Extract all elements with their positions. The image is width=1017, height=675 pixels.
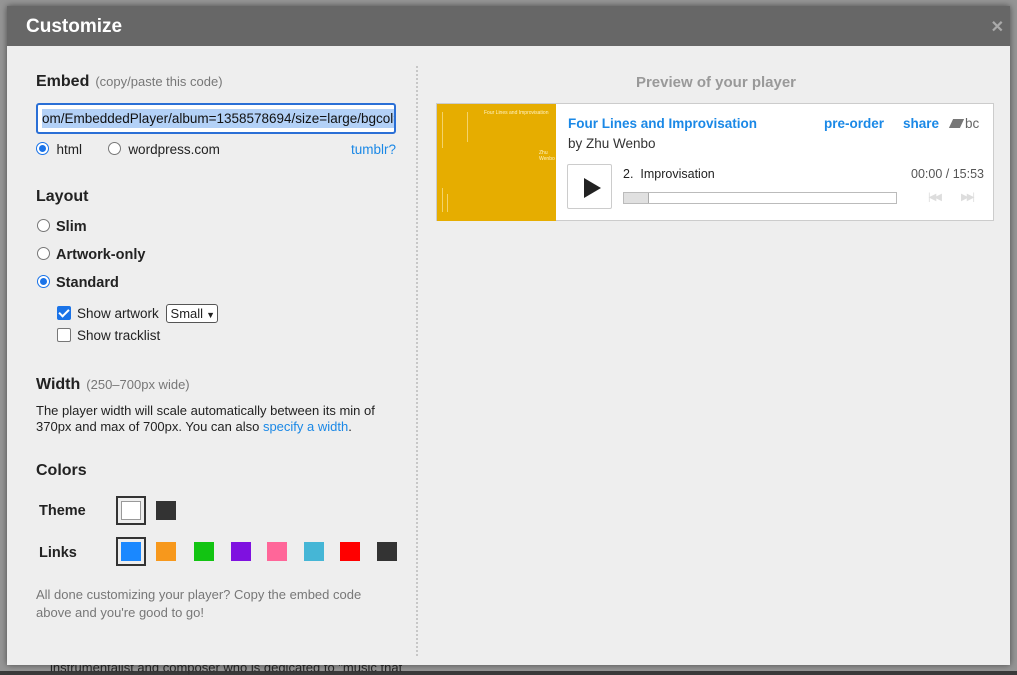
play-button[interactable] [567,164,612,209]
previous-track-icon[interactable]: |◀◀ [928,192,942,203]
format-html[interactable]: html [36,142,82,157]
artwork-line [442,112,443,148]
show-artwork-checkbox[interactable] [57,306,71,320]
link-swatch-pink[interactable] [267,542,287,561]
link-swatch-blue[interactable] [116,537,146,566]
dialog-title: Customize [26,16,123,37]
album-title-link[interactable]: Four Lines and Improvisation [568,116,757,131]
embedded-player: Four Lines and Improvisation Zhu Wenbo F… [436,103,994,221]
show-tracklist-option[interactable]: Show tracklist [57,328,160,343]
next-track-icon[interactable]: ▶▶| [961,192,975,203]
artwork-line [442,188,443,212]
close-icon[interactable]: ✕ [991,17,1004,37]
link-swatch-dark[interactable] [377,542,397,561]
track-title: Improvisation [640,167,715,181]
progress-thumb[interactable] [624,193,649,203]
bandcamp-text: bc [965,116,980,131]
link-swatch-red[interactable] [340,542,360,561]
width-title: Width [36,376,81,393]
artwork-size-value: Small [170,306,204,321]
layout-option-standard[interactable]: Standard [37,275,119,291]
show-tracklist-label: Show tracklist [77,328,161,343]
format-html-label: html [56,142,83,157]
layout-heading: Layout [36,188,89,205]
theme-swatch-dark[interactable] [156,501,176,520]
share-link[interactable]: share [903,116,939,131]
radio-artwork-only[interactable] [37,247,50,260]
show-artwork-option[interactable]: Show artwork Small ▼ [57,304,218,323]
format-wordpress[interactable]: wordpress.com [107,142,220,157]
radio-html[interactable] [36,142,49,155]
show-artwork-label: Show artwork [77,306,159,321]
radio-standard[interactable] [37,275,50,288]
progress-bar[interactable] [623,192,897,204]
done-message: All done customizing your player? Copy t… [36,587,362,620]
chevron-down-icon: ▼ [206,310,215,320]
album-artwork[interactable]: Four Lines and Improvisation Zhu Wenbo [437,104,556,221]
bandcamp-logo[interactable]: bc [948,116,980,131]
artist-name: by Zhu Wenbo [568,136,656,151]
format-wordpress-label: wordpress.com [128,142,220,157]
artwork-line [447,194,448,212]
embed-code-text: om/EmbeddedPlayer/album=1358578694/size=… [42,109,394,128]
links-label: Links [39,545,77,561]
embed-heading: Embed (copy/paste this code) [36,73,223,91]
width-heading: Width (250–700px wide) [36,376,190,394]
embed-hint: (copy/paste this code) [95,74,223,89]
link-swatch-cyan[interactable] [304,542,324,561]
artwork-line [467,112,468,142]
customize-dialog: Customize ✕ Embed (copy/paste this code) … [7,6,1010,665]
radio-wordpress[interactable] [107,142,121,155]
embed-title: Embed [36,73,90,90]
artwork-title: Four Lines and Improvisation [484,110,549,116]
tumblr-link[interactable]: tumblr? [351,142,396,157]
link-swatch-green[interactable] [194,542,214,561]
preview-heading: Preview of your player [635,74,797,91]
artwork-size-select[interactable]: Small ▼ [165,304,218,323]
layout-option-slim[interactable]: Slim [37,219,87,235]
standard-label: Standard [56,275,119,291]
radio-slim[interactable] [37,219,50,232]
artwork-only-label: Artwork-only [56,247,146,263]
theme-swatch-white[interactable] [116,496,146,525]
colors-heading: Colors [36,462,87,479]
preorder-link[interactable]: pre-order [824,116,884,131]
width-description: The player width will scale automaticall… [36,403,396,435]
artwork-artist: Zhu Wenbo [539,150,555,162]
width-hint: (250–700px wide) [86,377,190,392]
panel-divider [416,66,418,656]
link-swatch-purple[interactable] [231,542,251,561]
bandcamp-icon [948,119,965,128]
current-track: 2. Improvisation [623,167,715,181]
specify-width-link[interactable]: specify a width [263,419,348,434]
embed-format-options: html wordpress.com tumblr? [36,142,396,157]
track-time: 00:00 / 15:53 [911,167,984,181]
embed-code-field[interactable]: om/EmbeddedPlayer/album=1358578694/size=… [36,103,396,134]
width-text-end: . [348,419,352,434]
slim-label: Slim [56,219,87,235]
show-tracklist-checkbox[interactable] [57,328,71,342]
link-swatch-orange[interactable] [156,542,176,561]
theme-label: Theme [39,503,86,519]
dialog-titlebar: Customize ✕ [7,6,1010,46]
track-number: 2. [623,167,634,181]
layout-option-artwork-only[interactable]: Artwork-only [37,247,145,263]
